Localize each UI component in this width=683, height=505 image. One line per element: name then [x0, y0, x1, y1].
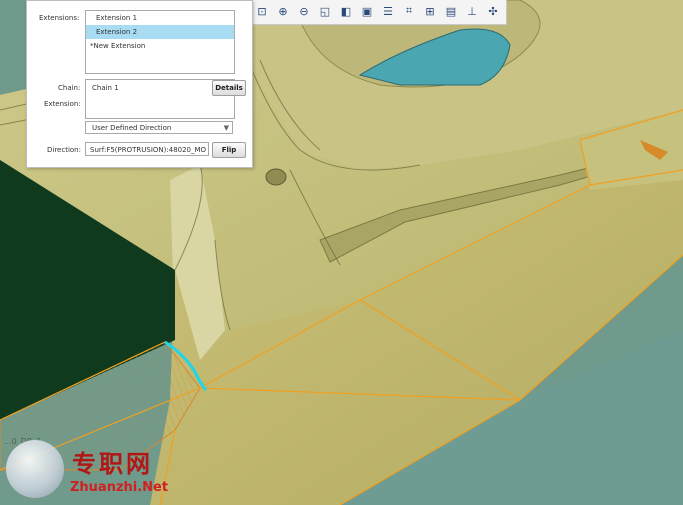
direction-reference-field[interactable]: Surf:F5(PROTRUSION):48020_MO: [85, 142, 209, 156]
extensions-list[interactable]: Extension 1 Extension 2 *New Extension: [85, 10, 235, 74]
axis-display-icon[interactable]: ⊞: [420, 1, 440, 21]
point-display-icon[interactable]: ▤: [441, 1, 461, 21]
extension-item-1[interactable]: Extension 1: [86, 11, 234, 25]
direction-label: Direction:: [47, 146, 81, 154]
direction-type-select[interactable]: User Defined Direction ▼: [85, 121, 233, 134]
chain-label: Chain:: [58, 84, 81, 92]
direction-type-value: User Defined Direction: [92, 124, 172, 132]
spin-center-icon[interactable]: ✣: [483, 1, 503, 21]
new-extension-item[interactable]: *New Extension: [86, 39, 234, 53]
layers-icon[interactable]: ☰: [378, 1, 398, 21]
refit-icon[interactable]: ◱: [315, 1, 335, 21]
hole-feature: [265, 168, 287, 186]
csys-display-icon[interactable]: ⊥: [462, 1, 482, 21]
watermark-en: Zhuanzhi.Net: [70, 480, 169, 495]
datum-display-icon[interactable]: ⌗: [399, 1, 419, 21]
chevron-down-icon: ▼: [223, 124, 229, 132]
flip-button[interactable]: Flip: [212, 142, 246, 158]
chain-value: Chain 1: [92, 84, 119, 92]
saved-views-icon[interactable]: ▣: [357, 1, 377, 21]
watermark: 专职网 Zhuanzhi.Net: [6, 438, 186, 500]
shading-icon[interactable]: ◧: [336, 1, 356, 21]
details-button[interactable]: Details: [212, 80, 246, 96]
view-toolbar: ⊡ ⊕ ⊖ ◱ ◧ ▣ ☰ ⌗ ⊞ ▤ ⊥ ✣: [248, 0, 507, 25]
watermark-cn: 专职网: [72, 449, 153, 478]
extension-dialog: Extensions: Extension 1 Extension 2 *New…: [26, 0, 253, 168]
zoom-out-icon[interactable]: ⊖: [294, 1, 314, 21]
zoom-in-icon[interactable]: ⊕: [273, 1, 293, 21]
watermark-logo-icon: [6, 440, 64, 498]
extensions-label: Extensions:: [39, 14, 80, 22]
zoom-window-icon[interactable]: ⊡: [252, 1, 272, 21]
extension-item-2[interactable]: Extension 2: [86, 25, 234, 39]
extension-label: Extension:: [44, 100, 81, 108]
